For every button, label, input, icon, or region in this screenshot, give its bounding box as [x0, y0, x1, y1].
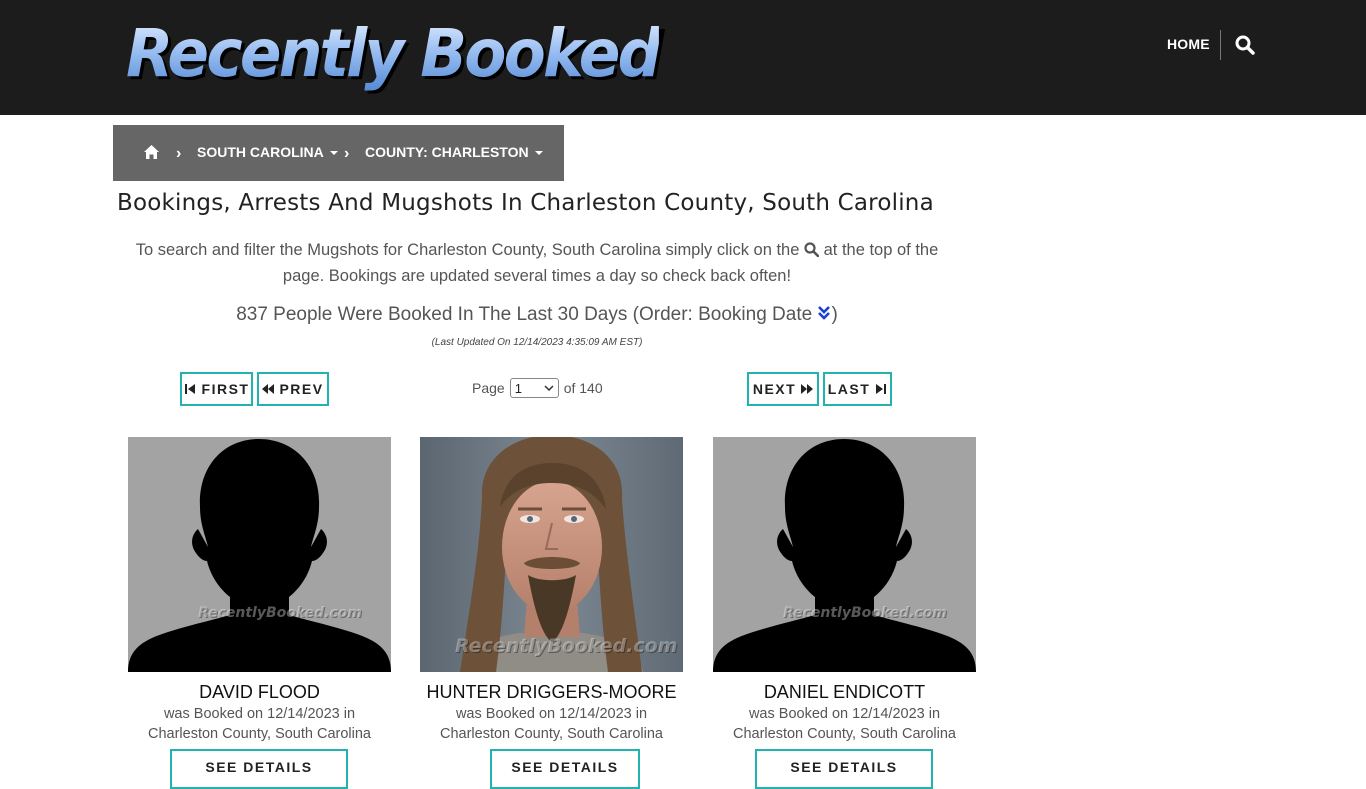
breadcrumb-separator: › [344, 145, 350, 162]
booking-count-close: ) [831, 304, 838, 325]
nav-home-link[interactable]: HOME [1167, 36, 1210, 52]
booking-meta: was Booked on 12/14/2023 in Charleston C… [400, 704, 703, 744]
breadcrumb-state-label: SOUTH CAROLINA [197, 144, 324, 160]
fast-forward-icon [801, 384, 814, 394]
booking-date-text: was Booked on 12/14/2023 in [455, 706, 648, 722]
booking-name[interactable]: DANIEL ENDICOTT [693, 682, 996, 703]
booking-location-text: Charleston County, South Carolina [440, 726, 663, 742]
booking-count: 837 People Were Booked In The Last 30 Da… [118, 304, 956, 326]
booking-date-text: was Booked on 12/14/2023 in [163, 706, 356, 722]
rewind-icon [262, 384, 275, 394]
first-page-button[interactable]: FIRST [180, 372, 253, 406]
see-details-button[interactable]: SEE DETAILS [490, 749, 640, 789]
see-details-button[interactable]: SEE DETAILS [755, 749, 933, 789]
last-page-button[interactable]: LAST [823, 372, 892, 406]
booking-meta: was Booked on 12/14/2023 in Charleston C… [693, 704, 996, 744]
watermark: RecentlyBooked.com [783, 605, 948, 621]
breadcrumb-county-dropdown[interactable]: COUNTY: CHARLESTON [365, 144, 543, 160]
booking-date-text: was Booked on 12/14/2023 in [748, 706, 941, 722]
search-icon[interactable] [1235, 35, 1255, 55]
nav-divider [1220, 30, 1221, 60]
chevron-down-icon [544, 385, 554, 391]
site-logo[interactable]: Recently Booked [126, 14, 662, 94]
page-title: Bookings, Arrests And Mugshots In Charle… [117, 190, 934, 216]
last-page-label: LAST [827, 381, 871, 397]
booking-location-text: Charleston County, South Carolina [148, 726, 371, 742]
silhouette-image [713, 437, 976, 672]
booking-name[interactable]: DAVID FLOOD [108, 682, 411, 703]
breadcrumb-county-label: COUNTY: CHARLESTON [365, 144, 529, 160]
see-details-button[interactable]: SEE DETAILS [170, 749, 348, 789]
search-icon [804, 242, 819, 257]
caret-down-icon [329, 151, 338, 156]
mugshot-photo[interactable]: RecentlyBooked.com [713, 437, 976, 672]
prev-page-label: PREV [279, 381, 324, 397]
intro-text: To search and filter the Mugshots for Ch… [118, 237, 956, 289]
breadcrumb: › SOUTH CAROLINA › COUNTY: CHARLESTON [113, 125, 564, 181]
sort-descending-icon[interactable] [817, 305, 831, 321]
caret-down-icon [534, 151, 543, 156]
skip-back-icon [184, 384, 195, 394]
page-total: of 140 [563, 380, 603, 396]
booking-name[interactable]: HUNTER DRIGGERS-MOORE [400, 682, 703, 703]
breadcrumb-separator: › [176, 145, 182, 162]
next-page-button[interactable]: NEXT [747, 372, 819, 406]
booking-count-text: 837 People Were Booked In The Last 30 Da… [236, 304, 813, 325]
breadcrumb-state-dropdown[interactable]: SOUTH CAROLINA [197, 144, 338, 160]
booking-location-text: Charleston County, South Carolina [733, 726, 956, 742]
last-updated: (Last Updated On 12/14/2023 4:35:09 AM E… [431, 337, 643, 348]
mugshot-photo[interactable]: RecentlyBooked.com [420, 437, 683, 672]
silhouette-image [128, 437, 391, 672]
page-select-value: 1 [514, 380, 522, 396]
page-select[interactable]: 1 [509, 378, 559, 398]
booking-meta: was Booked on 12/14/2023 in Charleston C… [108, 704, 411, 744]
intro-text-start: To search and filter the Mugshots for Ch… [135, 241, 800, 259]
page-label: Page [472, 380, 505, 396]
next-page-label: NEXT [752, 381, 797, 397]
first-page-label: FIRST [201, 381, 250, 397]
skip-forward-icon [876, 384, 887, 394]
watermark: RecentlyBooked.com [455, 635, 678, 657]
prev-page-button[interactable]: PREV [257, 372, 329, 406]
watermark: RecentlyBooked.com [198, 605, 363, 621]
site-header: Recently Booked Recently Booked HOME [0, 0, 1366, 115]
page-selector: Page 1 of 140 [472, 378, 603, 398]
mugshot-photo[interactable]: RecentlyBooked.com [128, 437, 391, 672]
home-icon[interactable] [143, 144, 160, 160]
